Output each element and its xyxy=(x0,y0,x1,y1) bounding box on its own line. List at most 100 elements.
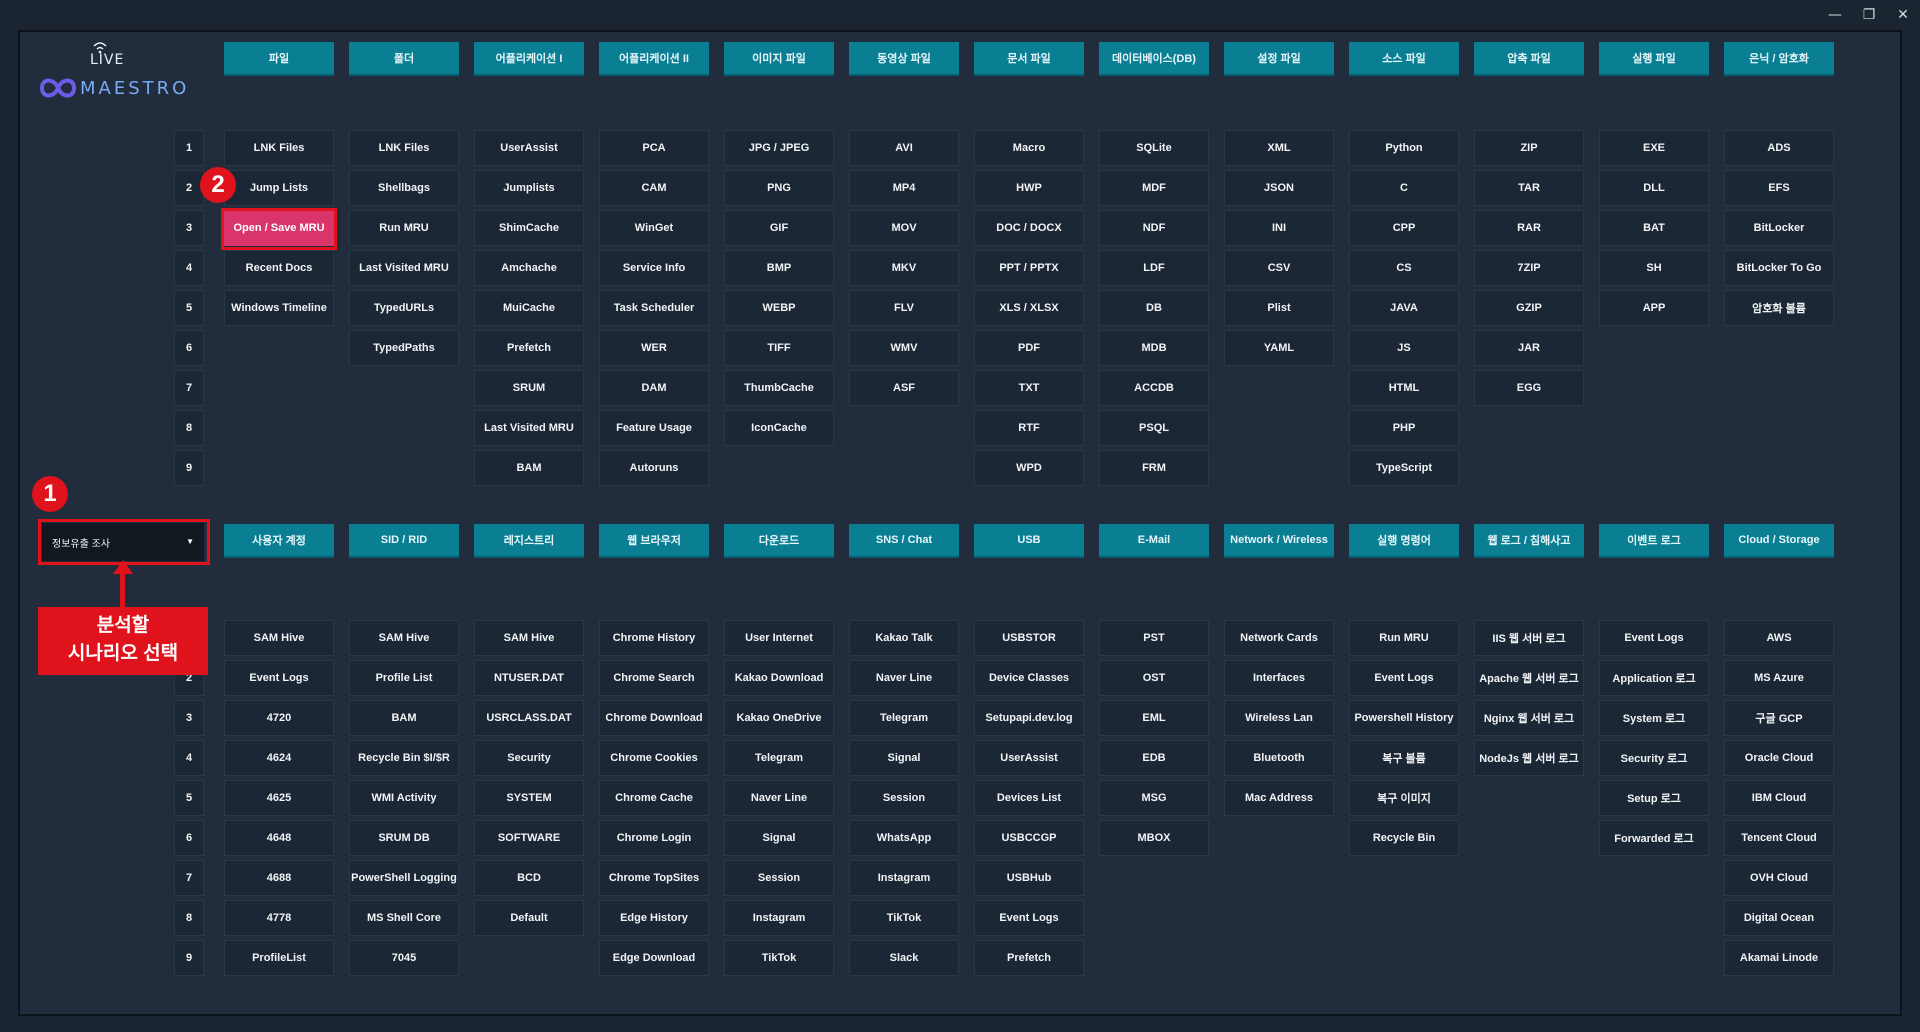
artifact-item[interactable]: NTUSER.DAT xyxy=(474,660,584,696)
artifact-item[interactable]: Edge Download xyxy=(599,940,709,976)
artifact-item[interactable]: Recycle Bin xyxy=(1349,820,1459,856)
artifact-item[interactable]: Security xyxy=(474,740,584,776)
artifact-item[interactable]: SAM Hive xyxy=(224,620,334,656)
artifact-item[interactable]: 4720 xyxy=(224,700,334,736)
artifact-item[interactable]: IIS 웹 서버 로그 xyxy=(1474,620,1584,656)
artifact-item[interactable]: MOV xyxy=(849,210,959,246)
artifact-item[interactable]: Setup 로그 xyxy=(1599,780,1709,816)
category-button[interactable]: 압축 파일 xyxy=(1474,42,1584,76)
artifact-item[interactable]: Recycle Bin $I/$R xyxy=(349,740,459,776)
category-button[interactable]: 설정 파일 xyxy=(1224,42,1334,76)
artifact-item[interactable]: NDF xyxy=(1099,210,1209,246)
artifact-item[interactable]: Naver Line xyxy=(724,780,834,816)
artifact-item[interactable]: IconCache xyxy=(724,410,834,446)
artifact-item[interactable]: MDB xyxy=(1099,330,1209,366)
artifact-item[interactable]: LNK Files xyxy=(224,130,334,166)
artifact-item[interactable]: ShimCache xyxy=(474,210,584,246)
category-button[interactable]: 레지스트리 xyxy=(474,524,584,558)
category-button[interactable]: 이미지 파일 xyxy=(724,42,834,76)
artifact-item[interactable]: DLL xyxy=(1599,170,1709,206)
artifact-item[interactable]: BAM xyxy=(349,700,459,736)
artifact-item[interactable]: SAM Hive xyxy=(474,620,584,656)
artifact-item[interactable]: EFS xyxy=(1724,170,1834,206)
artifact-item[interactable]: JAVA xyxy=(1349,290,1459,326)
artifact-item[interactable]: SQLite xyxy=(1099,130,1209,166)
category-button[interactable]: 문서 파일 xyxy=(974,42,1084,76)
artifact-item[interactable]: MS Azure xyxy=(1724,660,1834,696)
artifact-item[interactable]: WMV xyxy=(849,330,959,366)
category-button[interactable]: 소스 파일 xyxy=(1349,42,1459,76)
artifact-item[interactable]: ThumbCache xyxy=(724,370,834,406)
artifact-item[interactable]: TAR xyxy=(1474,170,1584,206)
artifact-item[interactable]: Chrome Download xyxy=(599,700,709,736)
artifact-item[interactable]: Interfaces xyxy=(1224,660,1334,696)
artifact-item[interactable]: PNG xyxy=(724,170,834,206)
artifact-item[interactable]: Digital Ocean xyxy=(1724,900,1834,936)
artifact-item[interactable]: Telegram xyxy=(724,740,834,776)
artifact-item[interactable]: ADS xyxy=(1724,130,1834,166)
artifact-item[interactable]: 복구 볼륨 xyxy=(1349,740,1459,776)
artifact-item[interactable]: MBOX xyxy=(1099,820,1209,856)
artifact-item[interactable]: SRUM xyxy=(474,370,584,406)
artifact-item[interactable]: 4625 xyxy=(224,780,334,816)
artifact-item[interactable]: INI xyxy=(1224,210,1334,246)
artifact-item[interactable]: TypeScript xyxy=(1349,450,1459,486)
artifact-item[interactable]: Kakao Talk xyxy=(849,620,959,656)
artifact-item[interactable]: Tencent Cloud xyxy=(1724,820,1834,856)
category-button[interactable]: SID / RID xyxy=(349,524,459,558)
artifact-item[interactable]: Amchache xyxy=(474,250,584,286)
artifact-item[interactable]: MP4 xyxy=(849,170,959,206)
artifact-item[interactable]: User Internet xyxy=(724,620,834,656)
artifact-item[interactable]: WPD xyxy=(974,450,1084,486)
artifact-item[interactable]: Chrome Cache xyxy=(599,780,709,816)
artifact-item[interactable]: EDB xyxy=(1099,740,1209,776)
artifact-item[interactable]: SYSTEM xyxy=(474,780,584,816)
artifact-item[interactable]: Session xyxy=(849,780,959,816)
artifact-item[interactable]: RAR xyxy=(1474,210,1584,246)
artifact-item[interactable]: TikTok xyxy=(724,940,834,976)
artifact-item[interactable]: WhatsApp xyxy=(849,820,959,856)
artifact-item[interactable]: Slack xyxy=(849,940,959,976)
artifact-item[interactable]: WinGet xyxy=(599,210,709,246)
category-button[interactable]: 은닉 / 암호화 xyxy=(1724,42,1834,76)
artifact-item[interactable]: USBHub xyxy=(974,860,1084,896)
artifact-item[interactable]: Jumplists xyxy=(474,170,584,206)
artifact-item[interactable]: SOFTWARE xyxy=(474,820,584,856)
artifact-item[interactable]: System 로그 xyxy=(1599,700,1709,736)
artifact-item[interactable]: Last Visited MRU xyxy=(349,250,459,286)
artifact-item[interactable]: EXE xyxy=(1599,130,1709,166)
artifact-item[interactable]: BAT xyxy=(1599,210,1709,246)
artifact-item[interactable]: APP xyxy=(1599,290,1709,326)
artifact-item[interactable]: EML xyxy=(1099,700,1209,736)
artifact-item[interactable]: Profile List xyxy=(349,660,459,696)
artifact-item[interactable]: C xyxy=(1349,170,1459,206)
artifact-item[interactable]: DOC / DOCX xyxy=(974,210,1084,246)
artifact-item[interactable]: PST xyxy=(1099,620,1209,656)
artifact-item[interactable]: Edge History xyxy=(599,900,709,936)
category-button[interactable]: 다운로드 xyxy=(724,524,834,558)
artifact-item[interactable]: CAM xyxy=(599,170,709,206)
artifact-item[interactable]: LNK Files xyxy=(349,130,459,166)
artifact-item[interactable]: Run MRU xyxy=(349,210,459,246)
artifact-item[interactable]: ZIP xyxy=(1474,130,1584,166)
minimize-icon[interactable]: — xyxy=(1824,4,1846,26)
artifact-item[interactable]: 7ZIP xyxy=(1474,250,1584,286)
artifact-item[interactable]: FRM xyxy=(1099,450,1209,486)
artifact-item[interactable]: Setupapi.dev.log xyxy=(974,700,1084,736)
artifact-item[interactable]: Service Info xyxy=(599,250,709,286)
artifact-item[interactable]: Telegram xyxy=(849,700,959,736)
artifact-item[interactable]: Jump Lists xyxy=(224,170,334,206)
artifact-item[interactable]: ASF xyxy=(849,370,959,406)
artifact-item[interactable]: TypedPaths xyxy=(349,330,459,366)
artifact-item[interactable]: PPT / PPTX xyxy=(974,250,1084,286)
artifact-item[interactable]: Application 로그 xyxy=(1599,660,1709,696)
artifact-item[interactable]: Security 로그 xyxy=(1599,740,1709,776)
artifact-item[interactable]: GZIP xyxy=(1474,290,1584,326)
artifact-item[interactable]: MDF xyxy=(1099,170,1209,206)
artifact-item[interactable]: Signal xyxy=(724,820,834,856)
artifact-item[interactable]: 암호화 볼륨 xyxy=(1724,290,1834,326)
artifact-item[interactable]: Plist xyxy=(1224,290,1334,326)
artifact-item[interactable]: PCA xyxy=(599,130,709,166)
artifact-item[interactable]: MKV xyxy=(849,250,959,286)
category-button[interactable]: 실행 파일 xyxy=(1599,42,1709,76)
